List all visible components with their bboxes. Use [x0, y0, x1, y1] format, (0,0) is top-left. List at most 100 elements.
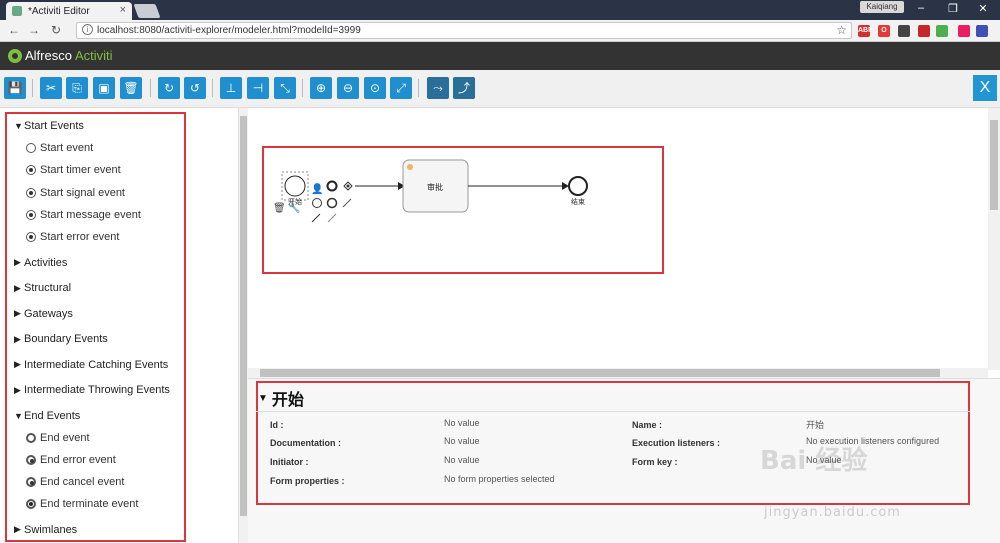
minimize-icon[interactable]: – — [906, 2, 936, 14]
palette-item-start-timer-event[interactable]: Start timer event — [26, 163, 121, 177]
delete-button[interactable]: 🗑 — [120, 77, 142, 99]
extension-icon[interactable] — [958, 25, 970, 37]
zoom-actual-button[interactable]: ⊙ — [364, 77, 386, 99]
chevron-right-icon[interactable]: ▶ — [14, 283, 24, 294]
bookmark-star-icon[interactable]: ☆ — [836, 23, 847, 38]
property-value[interactable]: No value — [444, 418, 480, 428]
start-signal-event-icon — [26, 187, 36, 198]
chevron-down-icon[interactable]: ▼ — [14, 121, 24, 131]
palette-group-label: Intermediate Throwing Events — [24, 384, 170, 396]
property-label: Id : — [270, 420, 284, 430]
extension-icon[interactable] — [936, 25, 948, 37]
palette-item-end-terminate-event[interactable]: End terminate event — [26, 497, 138, 511]
palette-item-label: Start error event — [40, 231, 120, 244]
start-timer-event-icon — [26, 165, 36, 176]
chevron-right-icon[interactable]: ▶ — [14, 257, 24, 268]
extension-icon[interactable] — [918, 25, 930, 37]
zoom-in-button[interactable]: ⊕ — [310, 77, 332, 99]
canvas-horizontal-scrollbar[interactable] — [248, 368, 988, 378]
chevron-right-icon[interactable]: ▶ — [14, 334, 24, 345]
scrollbar-thumb[interactable] — [240, 116, 247, 516]
copy-button[interactable]: ⎘ — [66, 77, 88, 99]
palette-group-label: End Events — [24, 409, 81, 422]
palette-item-start-error-event[interactable]: Start error event — [26, 230, 119, 244]
palette-item-start-signal-event[interactable]: Start signal event — [26, 186, 125, 200]
palette-item-end-event[interactable]: End event — [26, 431, 90, 445]
reload-icon[interactable]: ↻ — [48, 23, 64, 37]
bend-add-button[interactable]: ⤳ — [427, 77, 449, 99]
zoom-out-button[interactable]: ⊖ — [337, 77, 359, 99]
chevron-right-icon[interactable]: ▶ — [14, 385, 24, 396]
highlight-box-diagram — [262, 146, 664, 274]
canvas-vertical-scrollbar[interactable] — [988, 108, 1000, 370]
property-value[interactable]: No value — [444, 455, 480, 465]
new-tab-button[interactable] — [133, 4, 161, 18]
extension-icon[interactable] — [898, 25, 910, 37]
palette-group-gateways[interactable]: ▶ Gateways — [14, 307, 73, 321]
palette-group-swimlanes[interactable]: ▶ Swimlanes — [14, 523, 77, 537]
url-field[interactable]: i localhost:8080/activiti-explorer/model… — [76, 22, 852, 39]
palette-group-label: Activities — [24, 256, 68, 269]
watermark-logo: Bai 经验 — [760, 446, 868, 476]
chevron-right-icon[interactable]: ▶ — [14, 308, 24, 319]
property-label: Name : — [632, 420, 663, 430]
property-label: Form key : — [632, 457, 678, 467]
extension-icon[interactable]: O — [878, 25, 890, 37]
property-value[interactable]: No form properties selected — [444, 474, 555, 484]
undo-button[interactable]: ↺ — [184, 77, 206, 99]
bend-remove-button[interactable]: ⤴ — [453, 77, 475, 99]
tab-title: *Activiti Editor — [28, 5, 90, 17]
start-error-event-icon — [26, 232, 36, 243]
extension-icon[interactable]: ABP — [858, 25, 873, 37]
property-value[interactable]: No value — [444, 436, 480, 446]
palette-group-start-events[interactable]: ▼ Start Events — [14, 119, 84, 133]
palette-group-label: Swimlanes — [24, 523, 78, 536]
save-button[interactable]: 💾 — [4, 77, 26, 99]
property-label: Form properties : — [270, 476, 345, 486]
palette-item-start-event[interactable]: Start event — [26, 141, 93, 155]
palette-item-end-error-event[interactable]: End error event — [26, 453, 116, 467]
palette-item-start-message-event[interactable]: Start message event — [26, 208, 141, 222]
forward-icon[interactable]: → — [26, 23, 42, 37]
extension-icon[interactable] — [976, 25, 988, 37]
same-size-button[interactable]: ⤡ — [274, 77, 296, 99]
scrollbar-thumb[interactable] — [260, 369, 940, 377]
palette-group-boundary-events[interactable]: ▶ Boundary Events — [14, 332, 108, 346]
start-event-icon — [26, 143, 36, 153]
properties-title[interactable]: ▼ 开始 — [258, 386, 304, 410]
scrollbar-thumb[interactable] — [990, 120, 998, 210]
restore-icon[interactable]: ❐ — [938, 2, 968, 15]
close-editor-button[interactable]: X — [973, 75, 997, 101]
palette-group-structural[interactable]: ▶ Structural — [14, 281, 71, 295]
window-close-icon[interactable]: ✕ — [968, 2, 998, 15]
collapse-caret-icon[interactable]: ▼ — [258, 393, 268, 404]
align-vertical-button[interactable]: ⊣ — [247, 77, 269, 99]
profile-badge[interactable]: Kaiqiang — [860, 1, 904, 13]
palette-scrollbar[interactable] — [238, 108, 248, 543]
properties-title-text: 开始 — [271, 392, 304, 409]
tab-close-icon[interactable]: × — [120, 4, 126, 16]
palette-group-label: Boundary Events — [24, 333, 108, 345]
align-horizontal-button[interactable]: ⊥ — [220, 77, 242, 99]
palette-group-label: Structural — [24, 282, 72, 294]
cut-button[interactable]: ✂ — [40, 77, 62, 99]
toolbar-divider — [212, 79, 213, 97]
chevron-right-icon[interactable]: ▶ — [14, 359, 24, 370]
zoom-fit-button[interactable]: ⤢ — [390, 77, 412, 99]
back-icon[interactable]: ← — [6, 23, 22, 37]
chevron-down-icon[interactable]: ▼ — [14, 411, 24, 421]
info-icon[interactable]: i — [82, 24, 93, 35]
redo-button[interactable]: ↻ — [158, 77, 180, 99]
end-error-event-icon — [26, 454, 36, 465]
palette-group-end-events[interactable]: ▼ End Events — [14, 409, 80, 423]
brand-name-activiti: Activiti — [74, 48, 113, 63]
palette-item-end-cancel-event[interactable]: End cancel event — [26, 475, 124, 489]
paste-button[interactable]: ▣ — [93, 77, 115, 99]
palette-group-label: Intermediate Catching Events — [24, 358, 169, 371]
palette-group-intermediate-catching-events[interactable]: ▶ Intermediate Catching Events — [14, 358, 168, 372]
palette-group-activities[interactable]: ▶ Activities — [14, 256, 67, 270]
browser-tab[interactable]: *Activiti Editor × — [6, 2, 132, 20]
palette-group-intermediate-throwing-events[interactable]: ▶ Intermediate Throwing Events — [14, 383, 170, 397]
property-value[interactable]: 开始 — [806, 418, 824, 431]
chevron-right-icon[interactable]: ▶ — [14, 524, 24, 535]
